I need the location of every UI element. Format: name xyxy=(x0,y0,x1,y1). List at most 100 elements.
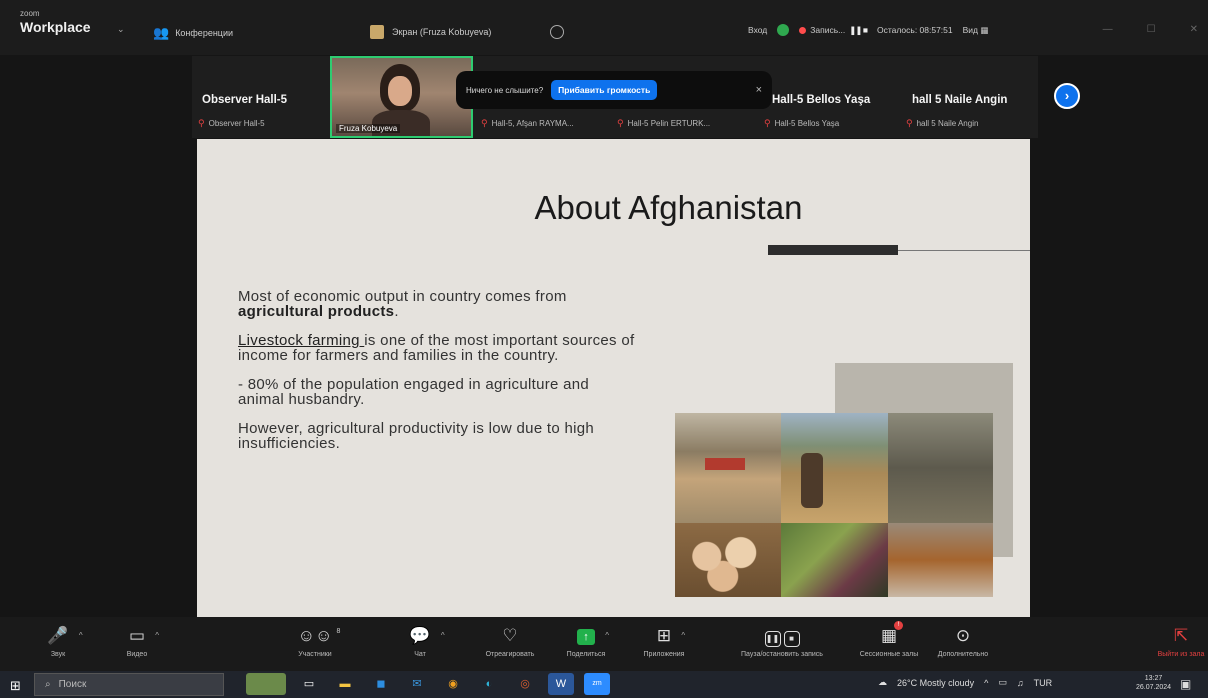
apps-button[interactable]: ⊞ ^ Приложения xyxy=(634,617,694,671)
participant-tile[interactable]: Observer Hall-5 ⚲ Observer Hall-5 xyxy=(192,56,330,138)
title-bar: zoom Workplace ⌄ 👥 Конференции Экран (Fr… xyxy=(0,0,1208,55)
photo-harvest xyxy=(781,413,888,523)
react-label: Отреагировать xyxy=(485,651,535,658)
photo-vegetables xyxy=(781,523,888,597)
language-indicator[interactable]: TUR xyxy=(1034,678,1053,688)
participant-sub: ⚲ Hall-5 Bellos Yaşa xyxy=(764,118,839,129)
task-view-icon[interactable]: ▭ xyxy=(296,673,322,695)
chevron-up-icon[interactable]: ^ xyxy=(155,625,159,647)
active-speaker-video[interactable]: Fruza Kobuyeva xyxy=(330,56,473,138)
more-button[interactable]: ⊙ Дополнительно xyxy=(928,617,998,671)
participant-sub: ⚲ hall 5 Naile Angin xyxy=(906,118,978,129)
chat-label: Чат xyxy=(414,651,426,658)
participant-name: hall 5 Naile Angin xyxy=(912,94,1008,106)
chevron-down-icon[interactable]: ⌄ xyxy=(117,24,125,35)
mic-muted-icon: ⚲ xyxy=(617,118,624,128)
view-options-icon[interactable] xyxy=(550,25,564,39)
system-tray: ☁ 26°C Mostly cloudy ^ ▭ ♫ TUR xyxy=(878,677,1052,688)
mail-icon[interactable]: ✉ xyxy=(404,673,430,695)
apps-icon: ⊞ ^ xyxy=(656,626,686,645)
conference-menu[interactable]: 👥 Конференции xyxy=(153,25,233,41)
recording-indicator[interactable]: Запись... ❚❚ ■ xyxy=(799,25,868,36)
recording-label: Запись... xyxy=(810,25,846,35)
mic-muted-icon: 🎤 ^ xyxy=(47,626,83,645)
taskbar-apps: ▭ ▬ ◼ ✉ ◉ ◐ ◎ W zm xyxy=(246,673,610,695)
conference-label: Конференции xyxy=(175,28,234,38)
participant-label: Observer Hall-5 xyxy=(208,119,265,128)
video-label: Видео xyxy=(126,651,148,658)
increase-volume-button[interactable]: Прибавить громкость xyxy=(551,80,658,100)
leave-room-icon: ⇱ xyxy=(1173,626,1189,645)
login-button[interactable]: Вход xyxy=(748,25,767,35)
text-run: . xyxy=(394,303,399,321)
windows-start-icon[interactable]: ⊞ xyxy=(10,678,21,694)
screen-share-indicator[interactable]: Экран (Fruza Kobuyeva) xyxy=(362,20,572,44)
view-button[interactable]: Вид ▦ xyxy=(963,25,989,36)
volume-icon[interactable]: ♫ xyxy=(1017,678,1024,688)
chevron-up-icon[interactable]: ^ xyxy=(79,625,83,647)
maximize-icon[interactable]: ☐ xyxy=(1147,24,1156,35)
next-page-icon[interactable]: › xyxy=(1054,83,1080,109)
participant-label: Hall-5 Pelin ERTURK... xyxy=(627,119,711,128)
leave-button[interactable]: ⇱ Выйти из зала xyxy=(1154,617,1208,671)
participant-sub: ⚲ Hall-5 Pelin ERTURK... xyxy=(617,118,710,129)
brand-small: zoom xyxy=(20,9,40,18)
clock-time: 13:27 xyxy=(1144,675,1163,682)
audio-label: Звук xyxy=(50,651,66,658)
chevron-up-icon[interactable]: ^ xyxy=(441,625,445,647)
more-label: Дополнительно xyxy=(937,651,989,658)
view-label: Вид xyxy=(962,24,979,35)
participant-tile[interactable]: Hall-5 Bellos Yaşa ⚲ Hall-5 Bellos Yaşa xyxy=(758,56,898,138)
underlined-text: Livestock farming xyxy=(238,331,365,349)
audio-button[interactable]: 🎤 ^ Звук xyxy=(38,617,83,671)
edge-icon[interactable]: ◐ xyxy=(476,673,502,695)
word-icon[interactable]: W xyxy=(548,673,574,695)
news-widget-icon[interactable] xyxy=(246,673,286,695)
chat-button[interactable]: 💬 ^ Чат xyxy=(400,617,444,671)
brand-name: Workplace xyxy=(20,19,91,35)
zoom-app-icon[interactable]: zm xyxy=(584,673,610,695)
share-button[interactable]: ↑ ^ Поделиться xyxy=(558,617,614,671)
photo-livestock-market xyxy=(888,413,993,523)
close-notice-icon[interactable]: × xyxy=(756,84,762,96)
shield-icon[interactable] xyxy=(777,24,790,36)
screen-thumbnail-icon xyxy=(370,25,384,39)
participants-button[interactable]: ☺☺ 8 Участники xyxy=(290,617,341,671)
share-screen-icon: ↑ ^ xyxy=(577,625,609,647)
mic-muted-icon: ⚲ xyxy=(481,118,488,128)
chevron-up-icon[interactable]: ^ xyxy=(984,678,988,688)
rooms-label: Сессионные залы xyxy=(859,651,919,658)
browser-icon[interactable]: ◎ xyxy=(512,673,538,695)
zoom-window: zoom Workplace ⌄ 👥 Конференции Экран (Fr… xyxy=(0,0,1208,698)
weather-text[interactable]: 26°C Mostly cloudy xyxy=(897,678,974,688)
search-placeholder: Поиск xyxy=(58,679,87,690)
taskbar-search[interactable]: ⌕ Поиск xyxy=(34,673,224,696)
video-name-label: Fruza Kobuyeva xyxy=(336,124,401,133)
more-icon: ⊙ xyxy=(955,626,971,645)
network-icon[interactable]: ▭ xyxy=(998,677,1007,688)
video-button[interactable]: ▭ ^ Видео xyxy=(115,617,159,671)
slide-body: Most of economic output in country comes… xyxy=(238,289,638,465)
react-button[interactable]: ♡ Отреагировать xyxy=(478,617,542,671)
participants-label: Участники xyxy=(298,651,332,658)
clock[interactable]: 13:27 26.07.2024 xyxy=(1136,674,1171,692)
pause-stop-icon[interactable]: ❚❚ ■ xyxy=(849,25,868,36)
chrome-icon[interactable]: ◉ xyxy=(440,673,466,695)
breakout-rooms-button[interactable]: ▦! Сессионные залы xyxy=(856,617,922,671)
store-icon[interactable]: ◼ xyxy=(368,673,394,695)
video-face xyxy=(388,76,412,106)
chevron-up-icon[interactable]: ^ xyxy=(605,625,609,647)
close-icon[interactable]: ✕ xyxy=(1190,24,1198,35)
decorative-line xyxy=(898,250,1030,251)
record-controls-button[interactable]: ❚❚ ■ Пауза/остановить запись xyxy=(716,617,848,671)
chevron-up-icon[interactable]: ^ xyxy=(681,625,685,647)
record-label: Пауза/остановить запись xyxy=(741,651,823,658)
notifications-icon[interactable]: ▣ xyxy=(1180,677,1191,691)
file-explorer-icon[interactable]: ▬ xyxy=(332,673,358,695)
participant-sub: ⚲ Hall-5, Afşan RAYMA... xyxy=(481,118,574,129)
participant-tile[interactable]: hall 5 Naile Angin ⚲ hall 5 Naile Angin xyxy=(898,56,1038,138)
participants-icon: ☺☺ 8 xyxy=(298,625,341,647)
shared-slide: About Afghanistan Most of economic outpu… xyxy=(197,139,1030,617)
minimize-icon[interactable]: — xyxy=(1103,24,1113,35)
slide-paragraph: Livestock farming is one of the most imp… xyxy=(238,333,638,364)
